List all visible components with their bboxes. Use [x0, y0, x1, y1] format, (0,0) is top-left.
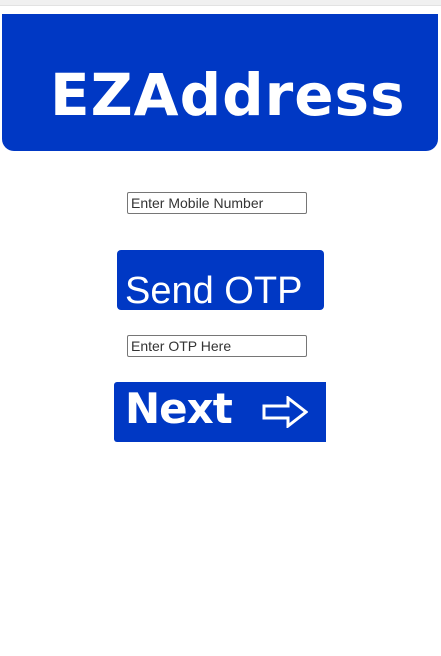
top-divider	[0, 0, 441, 6]
app-title: EZAddress	[50, 61, 406, 129]
send-otp-label: Send OTP	[125, 270, 303, 310]
header-banner: EZAddress	[2, 14, 438, 151]
mobile-number-input[interactable]	[127, 192, 307, 214]
send-otp-button[interactable]: Send OTP	[117, 250, 324, 310]
next-button[interactable]: Next	[114, 382, 326, 442]
arrow-right-icon	[262, 396, 308, 428]
page: EZAddress Send OTP Next	[0, 0, 441, 656]
next-label: Next	[125, 384, 233, 433]
otp-input[interactable]	[127, 335, 307, 357]
